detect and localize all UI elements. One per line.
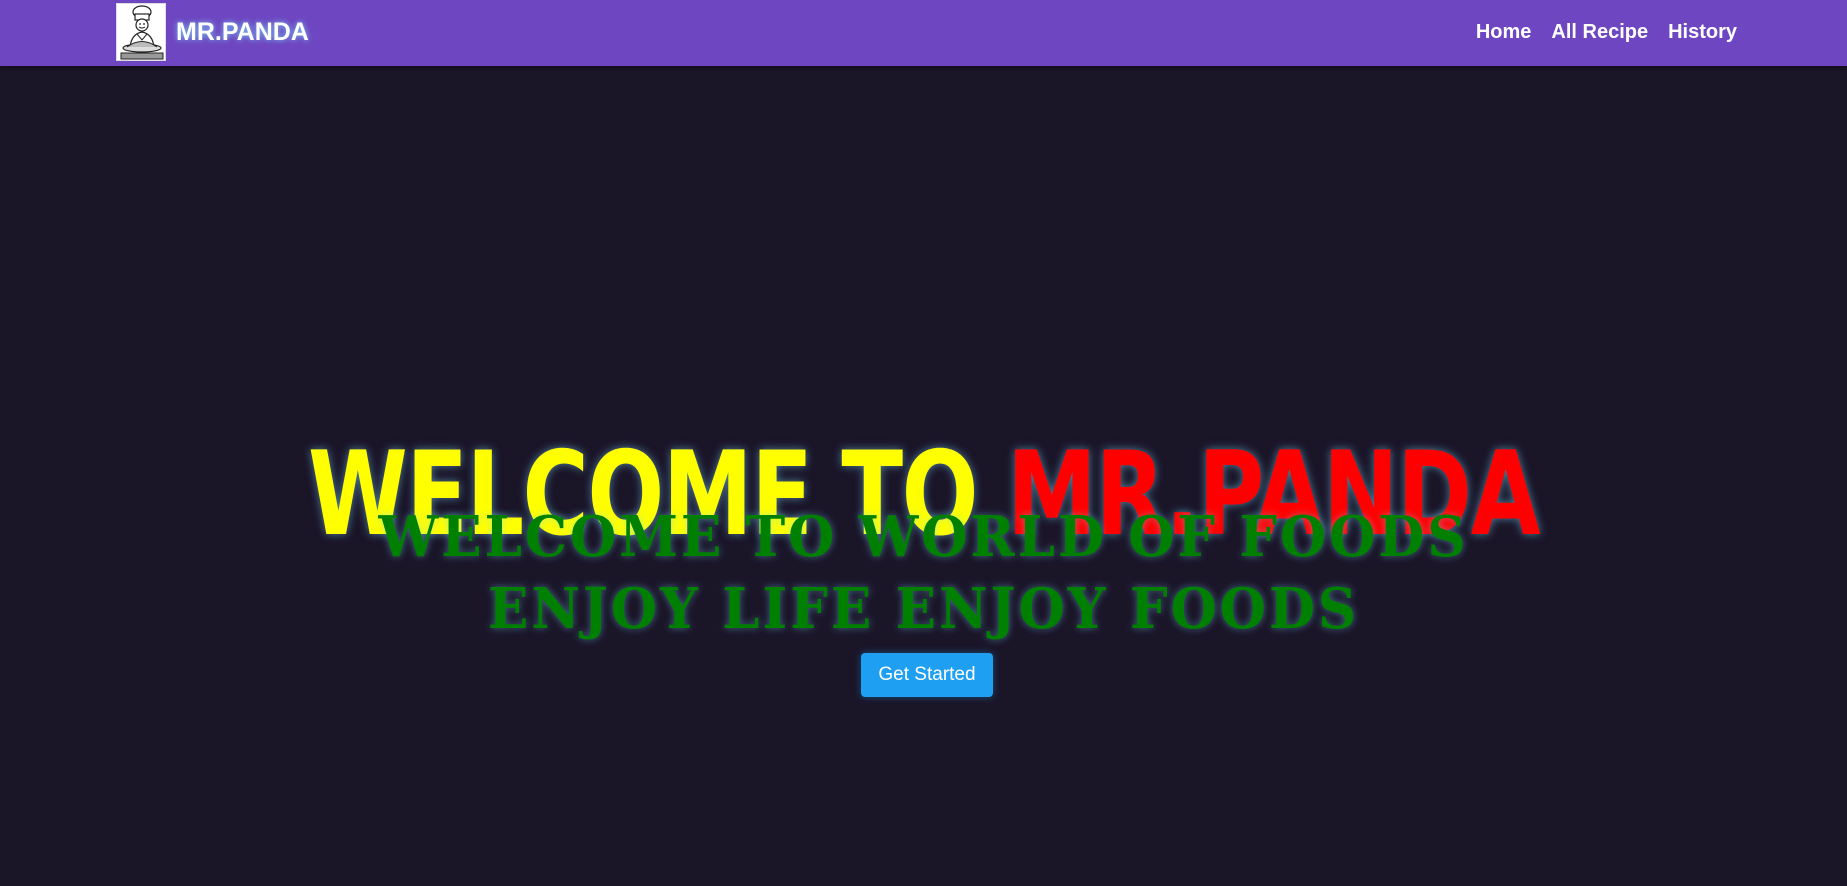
chef-logo-icon: [116, 3, 166, 61]
hero-subline-1: WELCOME TO WORLD OF FOODS: [378, 504, 1469, 570]
main-nav: Home All Recipe History: [1476, 0, 1737, 64]
get-started-button[interactable]: Get Started: [861, 653, 993, 697]
nav-link-home[interactable]: Home: [1476, 21, 1532, 44]
hero-subline-2: ENJOY LIFE ENJOY FOODS: [487, 576, 1360, 642]
top-navbar: MR.PANDA Home All Recipe History: [0, 0, 1847, 66]
nav-link-all-recipe[interactable]: All Recipe: [1551, 21, 1648, 44]
brand-name: MR.PANDA: [176, 17, 309, 46]
nav-link-history[interactable]: History: [1668, 21, 1737, 44]
brand-link[interactable]: MR.PANDA: [116, 2, 309, 62]
